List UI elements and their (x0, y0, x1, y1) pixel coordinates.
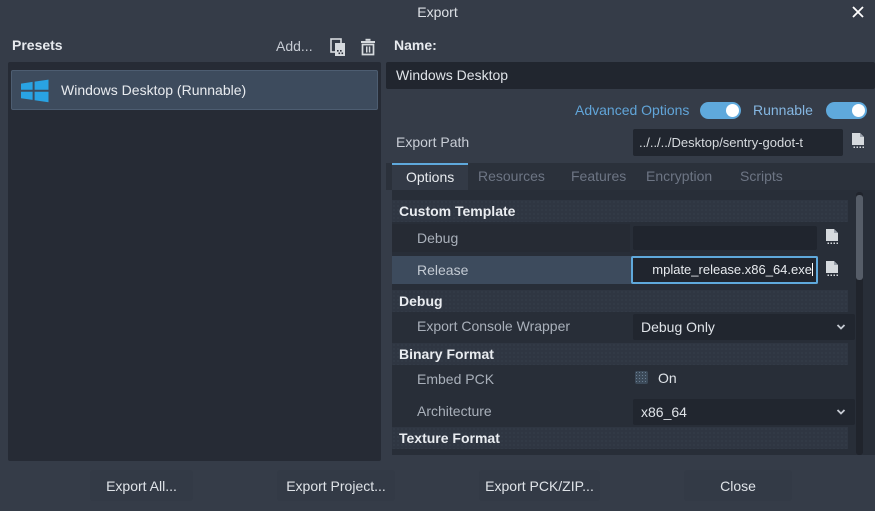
custom-template-release-input[interactable]: mplate_release.x86_64.exe (631, 256, 818, 284)
embed-pck-label: Embed PCK (417, 371, 494, 387)
section-debug: Debug (392, 290, 848, 312)
console-wrapper-dropdown[interactable]: Debug Only (633, 314, 855, 340)
tab-features[interactable]: Features (557, 163, 640, 190)
close-button[interactable]: Close (684, 470, 792, 501)
advanced-options-label: Advanced Options (575, 102, 689, 118)
console-wrapper-label: Export Console Wrapper (417, 318, 570, 334)
runnable-label: Runnable (753, 102, 813, 118)
architecture-value: x86_64 (641, 404, 687, 420)
architecture-dropdown[interactable]: x86_64 (633, 399, 855, 425)
section-custom-template: Custom Template (392, 200, 848, 222)
release-input-text: mplate_release.x86_64.exe (652, 262, 812, 277)
custom-template-debug-input[interactable] (633, 226, 817, 250)
advanced-options-toggle[interactable] (700, 102, 741, 119)
preset-item-label: Windows Desktop (Runnable) (61, 82, 246, 98)
name-label: Name: (394, 37, 437, 53)
windows-logo-icon (18, 75, 50, 107)
tab-options[interactable]: Options (392, 163, 468, 190)
text-caret (812, 263, 813, 276)
chevron-down-icon (835, 406, 847, 418)
duplicate-preset-icon[interactable] (328, 37, 348, 57)
runnable-toggle[interactable] (826, 102, 867, 119)
embed-pck-checkbox[interactable] (635, 371, 648, 384)
export-path-browse-icon[interactable] (848, 131, 868, 151)
export-project-button[interactable]: Export Project... (277, 470, 395, 501)
custom-template-release-label: Release (417, 262, 468, 278)
chevron-down-icon (835, 321, 847, 333)
options-panel: Custom Template Debug Release mplate_rel… (392, 190, 875, 455)
custom-template-debug-label: Debug (417, 230, 458, 246)
embed-pck-value: On (658, 370, 677, 386)
section-binary-format: Binary Format (392, 343, 848, 365)
console-wrapper-value: Debug Only (641, 319, 715, 335)
preset-item-windows-desktop[interactable]: Windows Desktop (Runnable) (11, 70, 378, 110)
scrollbar-thumb[interactable] (856, 195, 863, 280)
delete-preset-icon[interactable] (358, 37, 378, 57)
export-path-label: Export Path (396, 134, 469, 150)
tab-encryption[interactable]: Encryption (632, 163, 726, 190)
name-input[interactable]: Windows Desktop (386, 62, 875, 89)
tab-strip: Options Resources Features Encryption Sc… (386, 163, 875, 190)
debug-template-browse-icon[interactable] (822, 227, 844, 249)
close-icon[interactable] (849, 3, 867, 21)
tab-scripts[interactable]: Scripts (726, 163, 797, 190)
release-template-browse-icon[interactable] (822, 259, 844, 281)
export-all-button[interactable]: Export All... (90, 470, 193, 501)
options-scrollbar[interactable] (856, 192, 863, 455)
dialog-title: Export (0, 4, 875, 20)
architecture-label: Architecture (417, 403, 492, 419)
export-pck-zip-button[interactable]: Export PCK/ZIP... (479, 470, 600, 501)
toggle-knob (852, 104, 865, 117)
export-dialog: Export Presets Add... (0, 0, 875, 511)
toggle-knob (726, 104, 739, 117)
tab-resources[interactable]: Resources (464, 163, 559, 190)
preset-list: Windows Desktop (Runnable) (8, 62, 381, 461)
export-path-input[interactable]: ../../../Desktop/sentry-godot-t (633, 129, 843, 156)
add-preset-button[interactable]: Add... (276, 38, 313, 54)
presets-header: Presets (12, 37, 63, 53)
section-texture-format: Texture Format (392, 427, 848, 449)
